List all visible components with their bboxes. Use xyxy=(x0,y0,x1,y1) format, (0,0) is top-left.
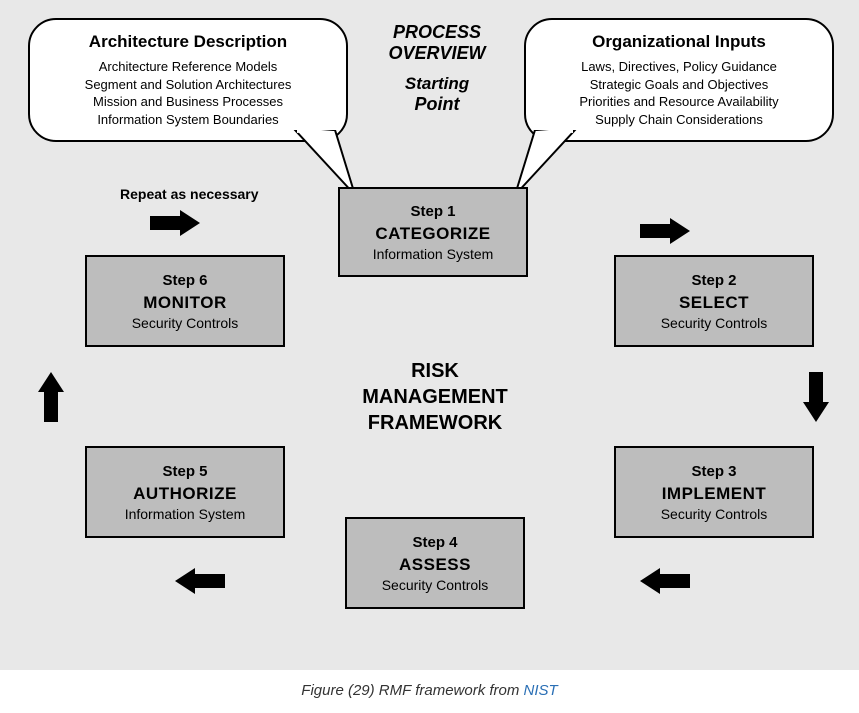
arch-line: Segment and Solution Architectures xyxy=(46,76,330,94)
repeat-label: Repeat as necessary xyxy=(120,186,259,202)
org-line: Supply Chain Considerations xyxy=(542,111,816,129)
step-action: ASSESS xyxy=(399,555,471,575)
arch-line: Architecture Reference Models xyxy=(46,58,330,76)
step-number: Step 3 xyxy=(691,463,736,480)
arch-line: Information System Boundaries xyxy=(46,111,330,129)
step-6-monitor: Step 6 MONITOR Security Controls xyxy=(85,255,285,347)
step-sub: Security Controls xyxy=(132,315,239,331)
step-5-authorize: Step 5 AUTHORIZE Information System xyxy=(85,446,285,538)
arch-title: Architecture Description xyxy=(46,32,330,52)
step-action: CATEGORIZE xyxy=(375,224,490,244)
step-action: AUTHORIZE xyxy=(133,484,237,504)
figure-caption: Figure (29) RMF framework from NIST xyxy=(0,670,859,705)
step-number: Step 5 xyxy=(162,463,207,480)
step-1-categorize: Step 1 CATEGORIZE Information System xyxy=(338,187,528,277)
architecture-description-bubble: Architecture Description Architecture Re… xyxy=(28,18,348,142)
arch-line: Mission and Business Processes xyxy=(46,93,330,111)
org-line: Strategic Goals and Objectives xyxy=(542,76,816,94)
step-number: Step 6 xyxy=(162,272,207,289)
step-action: IMPLEMENT xyxy=(662,484,767,504)
org-line: Laws, Directives, Policy Guidance xyxy=(542,58,816,76)
organizational-inputs-bubble: Organizational Inputs Laws, Directives, … xyxy=(524,18,834,142)
step-sub: Security Controls xyxy=(382,577,489,593)
arrow-right-icon xyxy=(640,218,696,248)
starting-point-line: Point xyxy=(377,94,497,115)
arrow-right-icon xyxy=(150,210,206,240)
nist-link[interactable]: NIST xyxy=(524,682,558,699)
step-number: Step 4 xyxy=(412,534,457,551)
diagram-canvas: Architecture Description Architecture Re… xyxy=(0,0,859,670)
step-action: SELECT xyxy=(679,293,749,313)
step-3-implement: Step 3 IMPLEMENT Security Controls xyxy=(614,446,814,538)
org-title: Organizational Inputs xyxy=(542,32,816,52)
step-number: Step 2 xyxy=(691,272,736,289)
center-line: RISK xyxy=(345,358,525,384)
org-line: Priorities and Resource Availability xyxy=(542,93,816,111)
step-4-assess: Step 4 ASSESS Security Controls xyxy=(345,517,525,609)
overview-line: OVERVIEW xyxy=(377,43,497,64)
arrow-left-icon xyxy=(175,568,231,598)
step-sub: Information System xyxy=(125,506,246,522)
arrow-up-icon xyxy=(38,372,68,428)
step-action: MONITOR xyxy=(143,293,226,313)
caption-text: Figure (29) RMF framework from xyxy=(301,682,523,699)
starting-point-line: Starting xyxy=(377,74,497,94)
step-sub: Security Controls xyxy=(661,315,768,331)
step-sub: Information System xyxy=(373,246,494,262)
process-overview-label: PROCESS OVERVIEW Starting Point xyxy=(377,22,497,115)
step-sub: Security Controls xyxy=(661,506,768,522)
center-line: FRAMEWORK xyxy=(345,410,525,436)
arrow-down-icon xyxy=(803,372,833,428)
center-line: MANAGEMENT xyxy=(345,384,525,410)
arrow-left-icon xyxy=(640,568,696,598)
overview-line: PROCESS xyxy=(377,22,497,43)
step-2-select: Step 2 SELECT Security Controls xyxy=(614,255,814,347)
center-title: RISK MANAGEMENT FRAMEWORK xyxy=(345,358,525,436)
step-number: Step 1 xyxy=(410,203,455,220)
